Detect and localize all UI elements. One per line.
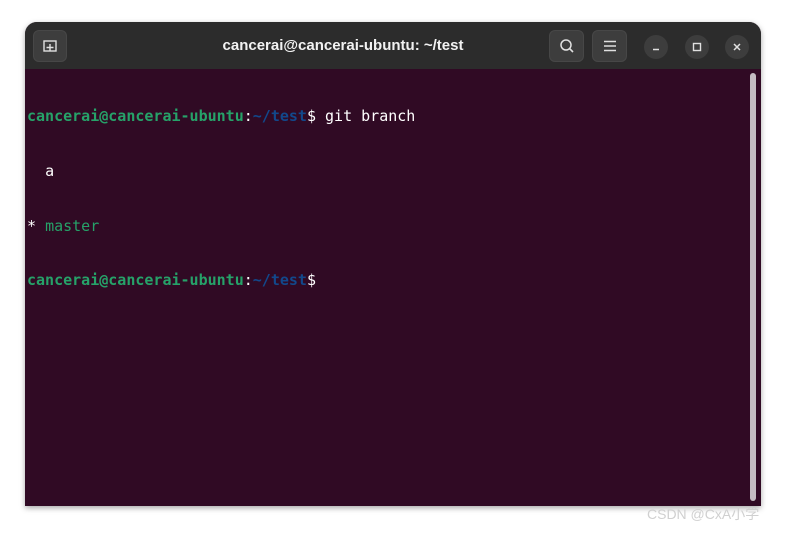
prompt-line: cancerai@cancerai-ubuntu:~/test$ [27, 271, 415, 289]
terminal-output: cancerai@cancerai-ubuntu:~/test$ git bra… [27, 71, 415, 326]
new-tab-icon [43, 40, 57, 52]
prompt-user-host: cancerai@cancerai-ubuntu [27, 271, 244, 290]
branch-name: a [45, 162, 55, 180]
title-bar: cancerai@cancerai-ubuntu: ~/test [25, 22, 761, 69]
search-button[interactable] [549, 30, 584, 62]
window-title: cancerai@cancerai-ubuntu: ~/test [222, 37, 464, 54]
branch-marker [27, 162, 45, 180]
branch-line: a [27, 162, 415, 180]
branch-marker: * [27, 216, 46, 235]
new-tab-button[interactable] [33, 30, 67, 62]
maximize-icon [692, 42, 702, 52]
close-icon [733, 43, 741, 51]
prompt-colon: : [243, 271, 253, 290]
terminal-area[interactable]: cancerai@cancerai-ubuntu:~/test$ git bra… [25, 69, 761, 506]
prompt-dollar: $ [306, 107, 316, 126]
watermark: CSDN @CxA小学 [647, 506, 760, 522]
maximize-button[interactable] [685, 35, 709, 59]
prompt-path: ~/test [252, 107, 307, 126]
vertical-scrollbar[interactable] [750, 73, 756, 501]
menu-button[interactable] [592, 30, 627, 62]
prompt-path: ~/test [252, 271, 307, 290]
minimize-icon [653, 48, 659, 51]
prompt-colon: : [243, 107, 253, 126]
prompt-user-host: cancerai@cancerai-ubuntu [27, 107, 244, 126]
command-line: cancerai@cancerai-ubuntu:~/test$ git bra… [27, 107, 415, 125]
terminal-window: cancerai@cancerai-ubuntu: ~/test cancera… [25, 22, 761, 506]
search-icon [559, 39, 574, 53]
branch-line-current: * master [27, 217, 415, 235]
close-button[interactable] [725, 35, 749, 59]
current-branch-name: master [45, 216, 100, 235]
prompt-dollar: $ [306, 271, 316, 290]
minimize-button[interactable] [644, 35, 668, 59]
typed-command: git branch [316, 107, 416, 126]
hamburger-menu-icon [603, 40, 616, 52]
